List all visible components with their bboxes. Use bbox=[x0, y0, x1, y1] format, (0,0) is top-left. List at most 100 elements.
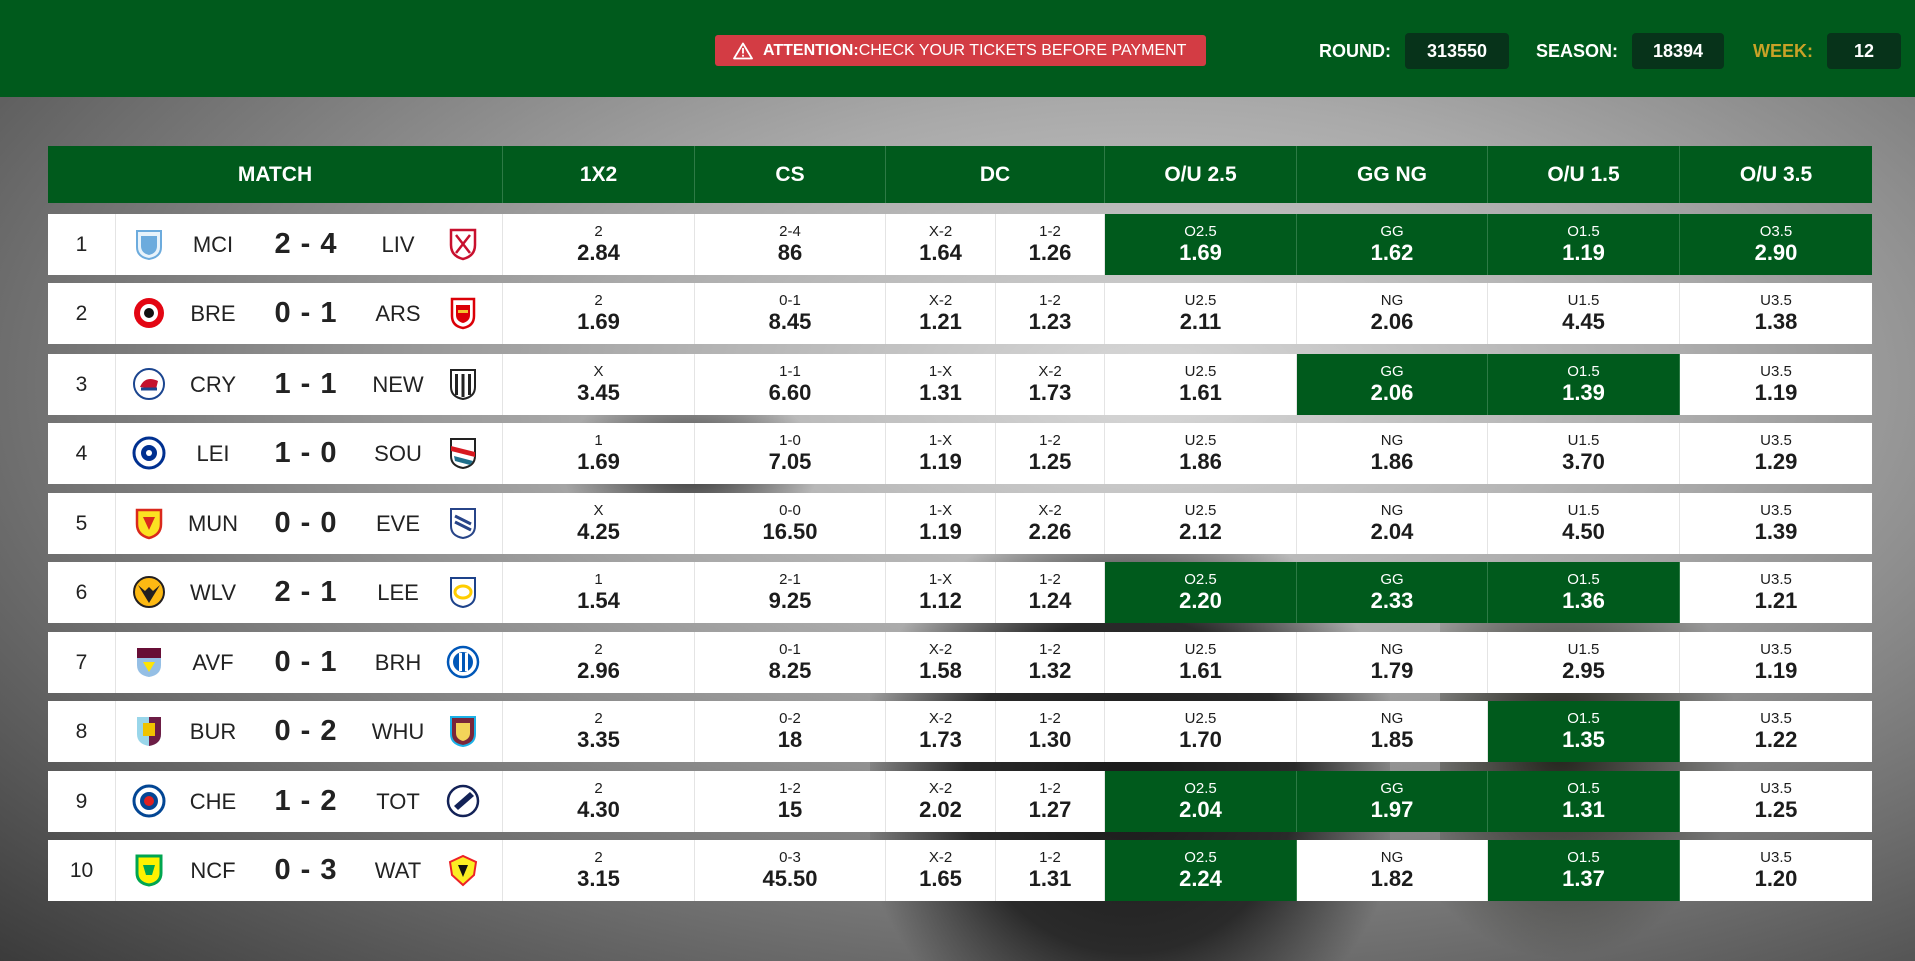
odds-correct-score[interactable]: 1-0 7.05 bbox=[695, 423, 886, 484]
odds-selection: NG bbox=[1380, 849, 1404, 866]
odds-over-under-1-5[interactable]: O1.5 1.19 bbox=[1488, 214, 1680, 275]
odds-correct-score[interactable]: 0-0 16.50 bbox=[695, 493, 886, 554]
odds-over-under-2-5[interactable]: U2.5 1.86 bbox=[1105, 423, 1297, 484]
odds-over-under-2-5[interactable]: U2.5 1.61 bbox=[1105, 354, 1297, 415]
odds-double-chance-b[interactable]: 1-2 1.23 bbox=[996, 283, 1105, 344]
odds-over-under-2-5[interactable]: U2.5 1.70 bbox=[1105, 701, 1297, 762]
odds-1x2[interactable]: X 4.25 bbox=[503, 493, 695, 554]
odds-double-chance-a[interactable]: X-2 1.64 bbox=[886, 214, 996, 275]
odds-over-under-3-5[interactable]: U3.5 1.19 bbox=[1680, 354, 1872, 415]
odds-goal-no-goal[interactable]: GG 1.62 bbox=[1297, 214, 1488, 275]
odds-double-chance-a[interactable]: X-2 1.21 bbox=[886, 283, 996, 344]
odds-1x2[interactable]: 2 4.30 bbox=[503, 771, 695, 832]
odds-over-under-2-5[interactable]: U2.5 2.12 bbox=[1105, 493, 1297, 554]
odds-over-under-1-5[interactable]: O1.5 1.39 bbox=[1488, 354, 1680, 415]
odds-value: 2.12 bbox=[1179, 519, 1222, 544]
odds-over-under-1-5[interactable]: U1.5 3.70 bbox=[1488, 423, 1680, 484]
odds-selection: O2.5 bbox=[1184, 780, 1217, 797]
odds-over-under-2-5[interactable]: O2.5 2.20 bbox=[1105, 562, 1297, 623]
odds-1x2[interactable]: 1 1.69 bbox=[503, 423, 695, 484]
odds-correct-score[interactable]: 2-4 86 bbox=[695, 214, 886, 275]
odds-over-under-3-5[interactable]: U3.5 1.22 bbox=[1680, 701, 1872, 762]
odds-selection: GG bbox=[1380, 780, 1404, 797]
odds-over-under-3-5[interactable]: U3.5 1.29 bbox=[1680, 423, 1872, 484]
odds-correct-score[interactable]: 2-1 9.25 bbox=[695, 562, 886, 623]
odds-1x2[interactable]: 2 3.35 bbox=[503, 701, 695, 762]
odds-over-under-2-5[interactable]: U2.5 1.61 bbox=[1105, 632, 1297, 693]
match-score: 1 - 2 bbox=[274, 785, 338, 817]
odds-double-chance-a[interactable]: X-2 2.02 bbox=[886, 771, 996, 832]
odds-over-under-3-5[interactable]: U3.5 1.21 bbox=[1680, 562, 1872, 623]
odds-double-chance-a[interactable]: 1-X 1.31 bbox=[886, 354, 996, 415]
odds-correct-score[interactable]: 1-2 15 bbox=[695, 771, 886, 832]
odds-double-chance-b[interactable]: 1-2 1.25 bbox=[996, 423, 1105, 484]
odds-value: 2.26 bbox=[1028, 519, 1072, 544]
odds-1x2[interactable]: X 3.45 bbox=[503, 354, 695, 415]
odds-double-chance-b[interactable]: 1-2 1.32 bbox=[996, 632, 1105, 693]
odds-goal-no-goal[interactable]: NG 1.86 bbox=[1297, 423, 1488, 484]
odds-value: 1.73 bbox=[1028, 380, 1072, 405]
match-score: 2 - 4 bbox=[274, 228, 338, 260]
odds-over-under-1-5[interactable]: O1.5 1.36 bbox=[1488, 562, 1680, 623]
odds-double-chance-a[interactable]: 1-X 1.12 bbox=[886, 562, 996, 623]
odds-correct-score[interactable]: 0-1 8.45 bbox=[695, 283, 886, 344]
odds-selection: U3.5 bbox=[1760, 849, 1792, 866]
odds-goal-no-goal[interactable]: NG 2.06 bbox=[1297, 283, 1488, 344]
odds-over-under-3-5[interactable]: U3.5 1.38 bbox=[1680, 283, 1872, 344]
col-cs: CS bbox=[695, 146, 886, 203]
odds-double-chance-a[interactable]: X-2 1.58 bbox=[886, 632, 996, 693]
odds-over-under-3-5[interactable]: U3.5 1.25 bbox=[1680, 771, 1872, 832]
odds-over-under-3-5[interactable]: U3.5 1.39 bbox=[1680, 493, 1872, 554]
odds-over-under-1-5[interactable]: U1.5 4.45 bbox=[1488, 283, 1680, 344]
odds-over-under-2-5[interactable]: O2.5 2.04 bbox=[1105, 771, 1297, 832]
odds-goal-no-goal[interactable]: GG 1.97 bbox=[1297, 771, 1488, 832]
odds-goal-no-goal[interactable]: NG 1.82 bbox=[1297, 840, 1488, 901]
odds-1x2[interactable]: 2 2.84 bbox=[503, 214, 695, 275]
odds-selection: O1.5 bbox=[1567, 849, 1600, 866]
odds-double-chance-b[interactable]: X-2 2.26 bbox=[996, 493, 1105, 554]
odds-correct-score[interactable]: 0-3 45.50 bbox=[695, 840, 886, 901]
odds-over-under-1-5[interactable]: O1.5 1.31 bbox=[1488, 771, 1680, 832]
odds-over-under-3-5[interactable]: U3.5 1.20 bbox=[1680, 840, 1872, 901]
odds-double-chance-b[interactable]: 1-2 1.24 bbox=[996, 562, 1105, 623]
odds-over-under-1-5[interactable]: U1.5 2.95 bbox=[1488, 632, 1680, 693]
odds-1x2[interactable]: 2 2.96 bbox=[503, 632, 695, 693]
odds-double-chance-b[interactable]: X-2 1.73 bbox=[996, 354, 1105, 415]
odds-1x2[interactable]: 2 3.15 bbox=[503, 840, 695, 901]
odds-double-chance-a[interactable]: 1-X 1.19 bbox=[886, 423, 996, 484]
odds-value: 2.90 bbox=[1754, 240, 1798, 265]
odds-correct-score[interactable]: 0-2 18 bbox=[695, 701, 886, 762]
odds-over-under-3-5[interactable]: U3.5 1.19 bbox=[1680, 632, 1872, 693]
odds-goal-no-goal[interactable]: GG 2.33 bbox=[1297, 562, 1488, 623]
odds-1x2[interactable]: 1 1.54 bbox=[503, 562, 695, 623]
week-indicator: WEEK: 12 bbox=[1753, 33, 1901, 69]
odds-1x2[interactable]: 2 1.69 bbox=[503, 283, 695, 344]
odds-goal-no-goal[interactable]: NG 1.79 bbox=[1297, 632, 1488, 693]
odds-selection: 0-1 bbox=[779, 641, 801, 658]
odds-correct-score[interactable]: 0-1 8.25 bbox=[695, 632, 886, 693]
odds-double-chance-a[interactable]: X-2 1.73 bbox=[886, 701, 996, 762]
odds-goal-no-goal[interactable]: GG 2.06 bbox=[1297, 354, 1488, 415]
odds-selection: 1-2 bbox=[1039, 780, 1061, 797]
odds-double-chance-b[interactable]: 1-2 1.26 bbox=[996, 214, 1105, 275]
odds-goal-no-goal[interactable]: NG 2.04 bbox=[1297, 493, 1488, 554]
odds-over-under-1-5[interactable]: O1.5 1.37 bbox=[1488, 840, 1680, 901]
odds-selection: U2.5 bbox=[1184, 502, 1217, 519]
odds-double-chance-a[interactable]: X-2 1.65 bbox=[886, 840, 996, 901]
odds-over-under-1-5[interactable]: O1.5 1.35 bbox=[1488, 701, 1680, 762]
odds-goal-no-goal[interactable]: NG 1.85 bbox=[1297, 701, 1488, 762]
odds-value: 1.19 bbox=[1754, 658, 1798, 683]
odds-double-chance-a[interactable]: 1-X 1.19 bbox=[886, 493, 996, 554]
odds-selection: 1-X bbox=[928, 363, 953, 380]
odds-double-chance-b[interactable]: 1-2 1.30 bbox=[996, 701, 1105, 762]
odds-double-chance-b[interactable]: 1-2 1.27 bbox=[996, 771, 1105, 832]
away-team: EVE bbox=[375, 510, 421, 536]
col-1x2: 1X2 bbox=[503, 146, 695, 203]
odds-double-chance-b[interactable]: 1-2 1.31 bbox=[996, 840, 1105, 901]
odds-over-under-3-5[interactable]: O3.5 2.90 bbox=[1680, 214, 1872, 275]
odds-over-under-1-5[interactable]: U1.5 4.50 bbox=[1488, 493, 1680, 554]
odds-correct-score[interactable]: 1-1 6.60 bbox=[695, 354, 886, 415]
odds-over-under-2-5[interactable]: O2.5 2.24 bbox=[1105, 840, 1297, 901]
odds-over-under-2-5[interactable]: O2.5 1.69 bbox=[1105, 214, 1297, 275]
odds-over-under-2-5[interactable]: U2.5 2.11 bbox=[1105, 283, 1297, 344]
